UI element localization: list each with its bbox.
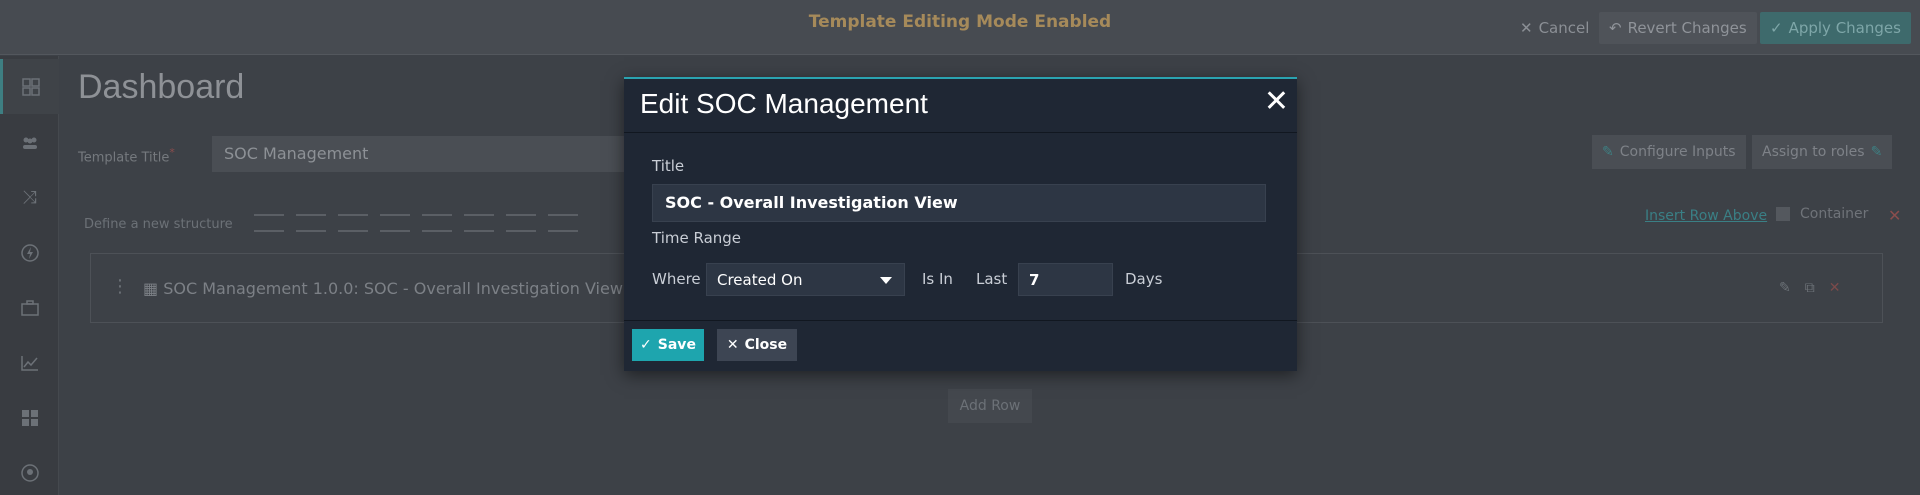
chevron-down-icon bbox=[880, 277, 892, 284]
bolt-icon bbox=[20, 243, 39, 262]
sidebar-item-shuffle[interactable]: ⤨ bbox=[0, 170, 59, 225]
sidebar-item-reports[interactable] bbox=[0, 335, 59, 390]
undo-icon: ↶ bbox=[1609, 19, 1622, 37]
close-icon: ✕ bbox=[726, 337, 739, 353]
delete-icon[interactable]: ✕ bbox=[1829, 280, 1841, 296]
close-icon: ✕ bbox=[1520, 19, 1533, 37]
where-label: Where bbox=[652, 270, 701, 288]
add-row-button[interactable]: Add Row bbox=[948, 389, 1032, 423]
apply-label: Apply Changes bbox=[1788, 19, 1901, 37]
layout-option[interactable] bbox=[464, 214, 494, 232]
last-label: Last bbox=[976, 270, 1008, 288]
sidebar-item-users[interactable] bbox=[0, 115, 59, 170]
check-icon: ✓ bbox=[1770, 19, 1783, 37]
sidebar-item-widgets[interactable] bbox=[0, 390, 59, 445]
sidebar-item-dashboard[interactable] bbox=[0, 59, 59, 114]
widgets-icon bbox=[21, 409, 38, 426]
template-title-input[interactable]: SOC Management bbox=[212, 136, 632, 172]
days-label: Days bbox=[1125, 270, 1163, 288]
page-title: Dashboard bbox=[78, 68, 245, 106]
time-range-label: Time Range bbox=[652, 229, 742, 247]
shuffle-icon: ⤨ bbox=[22, 187, 37, 208]
drag-handle-icon[interactable]: ⋮ bbox=[111, 276, 129, 297]
users-icon bbox=[22, 137, 37, 149]
assign-roles-button[interactable]: Assign to roles ✎ bbox=[1752, 135, 1893, 169]
sidebar-item-cases[interactable] bbox=[0, 280, 59, 335]
layout-option[interactable] bbox=[296, 214, 326, 232]
edit-icon[interactable]: ✎ bbox=[1779, 280, 1791, 296]
sidebar: ⤨ bbox=[0, 56, 59, 495]
sidebar-item-automation[interactable] bbox=[0, 225, 59, 280]
cancel-label: Cancel bbox=[1538, 19, 1590, 37]
revert-label: Revert Changes bbox=[1627, 19, 1747, 37]
chart-icon bbox=[20, 355, 38, 371]
container-toggle[interactable]: Container bbox=[1776, 206, 1868, 222]
edit-widget-modal: Edit SOC Management ✕ Title SOC - Overal… bbox=[624, 77, 1297, 371]
revert-changes-button[interactable]: ↶ Revert Changes bbox=[1599, 12, 1757, 44]
container-checkbox[interactable] bbox=[1776, 207, 1790, 221]
briefcase-icon bbox=[20, 299, 39, 316]
layout-options bbox=[254, 214, 578, 232]
title-input[interactable]: SOC - Overall Investigation View bbox=[652, 184, 1266, 222]
widget-icon: ▦ bbox=[143, 279, 159, 298]
top-bar: Template Editing Mode Enabled ✕ Cancel ↶… bbox=[0, 0, 1920, 55]
widget-title: ▦ SOC Management 1.0.0: SOC - Overall In… bbox=[143, 279, 623, 298]
save-label: Save bbox=[657, 337, 696, 353]
title-field-label: Title bbox=[652, 157, 685, 175]
container-label: Container bbox=[1800, 206, 1869, 222]
widget-title-text: SOC Management 1.0.0: SOC - Overall Inve… bbox=[163, 279, 623, 298]
close-icon[interactable]: ✕ bbox=[1264, 87, 1289, 117]
sidebar-item-settings[interactable] bbox=[0, 445, 59, 495]
delete-row-icon[interactable]: ✕ bbox=[1888, 206, 1901, 225]
dashboard-icon bbox=[22, 77, 40, 96]
widget-actions: ✎ ⧉ ✕ bbox=[1779, 280, 1840, 296]
layout-option[interactable] bbox=[380, 214, 410, 232]
modal-footer: ✓ Save ✕ Close bbox=[624, 320, 1297, 371]
copy-icon[interactable]: ⧉ bbox=[1805, 280, 1815, 296]
configure-inputs-label: Configure Inputs bbox=[1619, 144, 1736, 160]
modal-title: Edit SOC Management bbox=[640, 88, 928, 119]
insert-row-above-link[interactable]: Insert Row Above bbox=[1645, 208, 1767, 224]
layout-option[interactable] bbox=[338, 214, 368, 232]
is-in-label: Is In bbox=[922, 270, 953, 288]
field-select-value: Created On bbox=[717, 271, 803, 289]
template-title-label: Template Title* bbox=[78, 146, 175, 166]
settings-icon bbox=[20, 463, 39, 482]
assign-roles-label: Assign to roles bbox=[1762, 144, 1865, 160]
cancel-button[interactable]: ✕ Cancel bbox=[1510, 12, 1599, 44]
edit-icon: ✎ bbox=[1602, 144, 1614, 160]
layout-option[interactable] bbox=[548, 214, 578, 232]
edit-icon: ✎ bbox=[1870, 144, 1883, 160]
check-icon: ✓ bbox=[640, 337, 652, 353]
last-value-input[interactable]: 7 bbox=[1018, 263, 1113, 296]
layout-option[interactable] bbox=[422, 214, 452, 232]
configure-inputs-button[interactable]: ✎ Configure Inputs bbox=[1592, 135, 1746, 169]
layout-option[interactable] bbox=[506, 214, 536, 232]
apply-changes-button[interactable]: ✓ Apply Changes bbox=[1760, 12, 1911, 44]
field-select[interactable]: Created On bbox=[706, 263, 905, 296]
close-button[interactable]: ✕ Close bbox=[717, 329, 797, 361]
modal-body: Title SOC - Overall Investigation View T… bbox=[624, 133, 1297, 319]
structure-label: Define a new structure bbox=[84, 217, 233, 232]
save-button[interactable]: ✓ Save bbox=[632, 329, 704, 361]
close-label: Close bbox=[744, 337, 788, 353]
modal-header: Edit SOC Management ✕ bbox=[624, 79, 1297, 133]
layout-option[interactable] bbox=[254, 214, 284, 232]
